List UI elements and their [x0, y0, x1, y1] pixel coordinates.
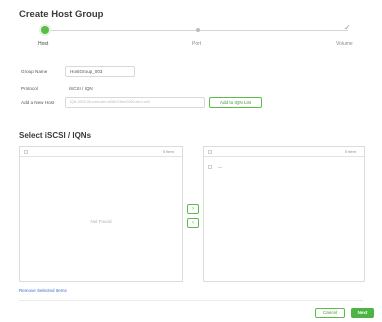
page-title: Create Host Group: [19, 9, 104, 20]
available-iqns-panel: 0 Item Not Found: [19, 146, 183, 282]
move-left-button[interactable]: ‹: [187, 218, 199, 228]
step-volume-label: Volume: [336, 41, 353, 47]
group-name-label: Group Name: [21, 69, 48, 74]
list-item-text: —: [218, 164, 222, 169]
wizard-stepper: ✓: [41, 23, 351, 34]
empty-state-text: Not Found: [90, 219, 112, 224]
step-port-label: Port: [192, 41, 202, 47]
add-host-label: Add a New Host: [21, 100, 55, 105]
available-panel-header: 0 Item: [20, 147, 182, 157]
protocol-label: Protocol: [21, 86, 38, 91]
step-port-indicator: [196, 28, 200, 32]
cancel-button[interactable]: Cancel: [315, 308, 345, 318]
step-host-label: Host: [38, 41, 49, 47]
select-iqns-title: Select iSCSI / IQNs: [19, 131, 92, 140]
select-all-available-checkbox[interactable]: [24, 150, 28, 154]
move-right-button[interactable]: ›: [187, 204, 199, 214]
group-name-input[interactable]: HostGroup_003: [65, 66, 135, 77]
remove-selected-link[interactable]: Remove Selected Items: [19, 288, 67, 293]
selected-count: 0 Item: [344, 149, 356, 154]
list-item-checkbox[interactable]: [208, 165, 212, 169]
select-all-selected-checkbox[interactable]: [208, 150, 212, 154]
selected-panel-header: 0 Item: [204, 147, 364, 157]
selected-iqns-panel: 0 Item —: [203, 146, 365, 282]
step-volume-check-icon: ✓: [344, 23, 351, 32]
available-count: 0 Item: [162, 149, 174, 154]
protocol-value: iSCSI / IQN: [69, 86, 93, 91]
list-item[interactable]: —: [208, 164, 268, 170]
footer-divider: [19, 300, 363, 301]
add-to-iqn-list-button[interactable]: Add to IQN List: [209, 97, 262, 108]
next-button[interactable]: Next: [351, 308, 374, 318]
add-host-input[interactable]: IQN-2003-06.com.oem.ol080:01fee2000.dev1…: [65, 97, 205, 108]
step-host-indicator: [41, 26, 49, 34]
